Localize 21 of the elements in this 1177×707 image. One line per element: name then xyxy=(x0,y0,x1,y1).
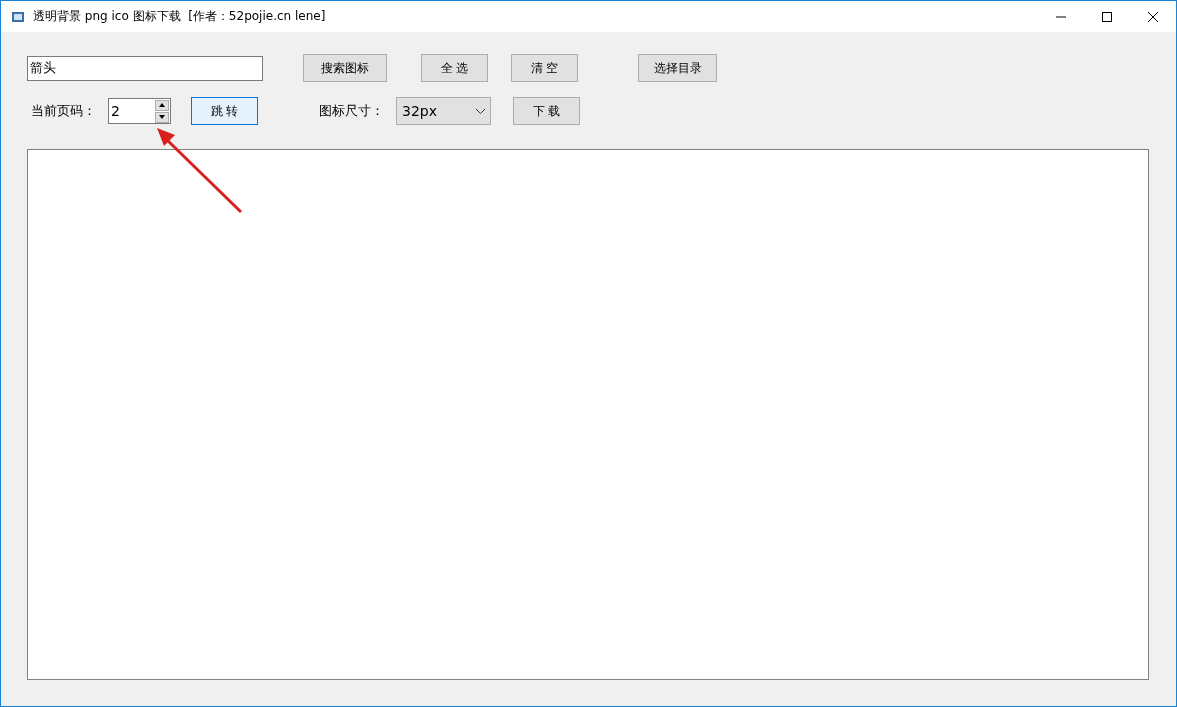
close-icon xyxy=(1148,11,1158,22)
jump-button[interactable]: 跳 转 xyxy=(191,97,258,125)
page-number-field[interactable]: 2 xyxy=(109,103,155,119)
download-button[interactable]: 下 载 xyxy=(513,97,580,125)
spin-down-button[interactable] xyxy=(155,111,169,123)
app-icon xyxy=(11,9,25,24)
spin-up-button[interactable] xyxy=(155,99,169,111)
icon-size-select[interactable]: 32px xyxy=(396,97,491,125)
window-title: 透明背景 png ico 图标下载 [作者：52pojie.cn lene] xyxy=(33,8,326,25)
up-triangle-icon xyxy=(159,103,165,107)
search-field[interactable]: 箭头 xyxy=(27,55,263,81)
toolbar-button[interactable]: 清 空 xyxy=(511,54,578,82)
chevron-down-icon xyxy=(476,108,485,114)
down-triangle-icon xyxy=(159,115,165,119)
toolbar-button[interactable]: 全 选 xyxy=(421,54,488,82)
page-label: 当前页码： xyxy=(31,102,96,120)
toolbar-button[interactable]: 搜索图标 xyxy=(303,54,387,82)
toolbar-button[interactable]: 选择目录 xyxy=(638,54,717,82)
maximize-icon xyxy=(1102,11,1112,22)
icon-size-label: 图标尺寸： xyxy=(319,102,384,120)
page-spinner[interactable]: 2 xyxy=(108,98,171,124)
